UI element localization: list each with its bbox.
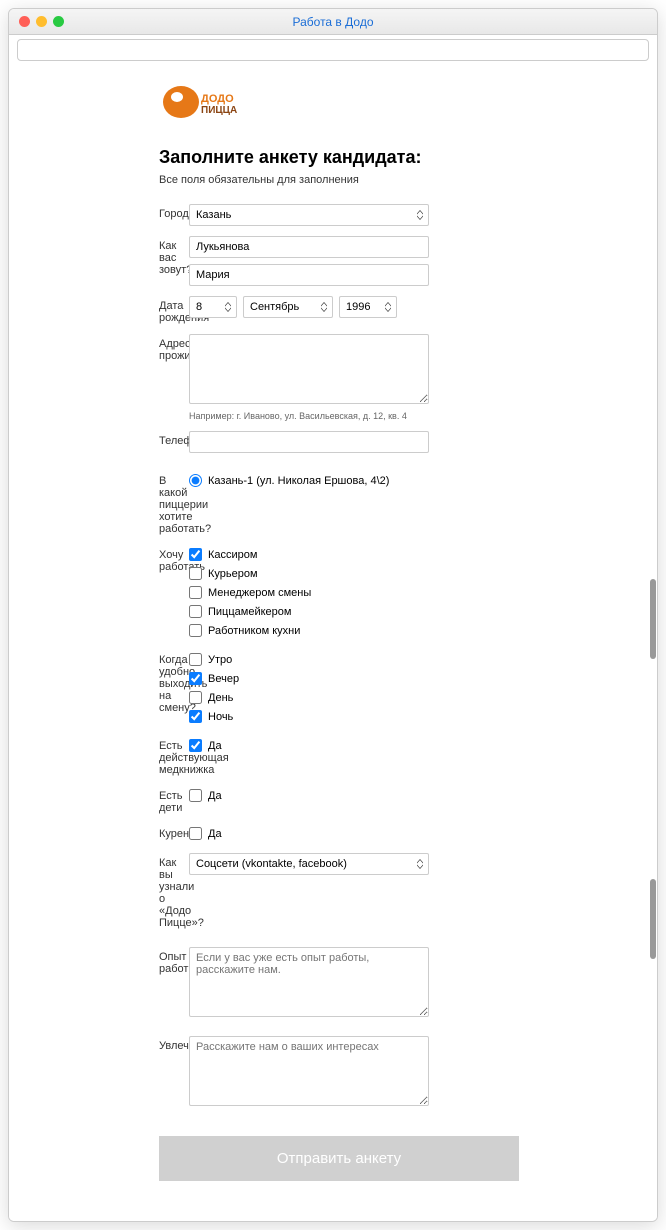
role-check-1[interactable] <box>189 548 202 561</box>
role-option-courier[interactable]: Курьером <box>189 564 429 583</box>
label-hobby: Увлечения <box>39 1036 189 1052</box>
label-name: Как вас зовут? <box>39 236 189 276</box>
shift-option-evening[interactable]: Вечер <box>189 669 429 688</box>
label-dob: Дата рождения <box>39 296 189 324</box>
dob-day-select[interactable]: 8 <box>189 296 237 318</box>
medbook-option[interactable]: Да <box>189 736 429 755</box>
dodo-logo: ДОДОПИЦЦА <box>159 77 249 127</box>
role-option-cashier[interactable]: Кассиром <box>189 545 429 564</box>
dob-year-select[interactable]: 1996 <box>339 296 397 318</box>
medbook-check[interactable] <box>189 739 202 752</box>
kids-option[interactable]: Да <box>189 786 429 805</box>
label-pizzeria: В какой пиццерии хотите работать? <box>39 471 189 535</box>
role-check-4[interactable] <box>189 605 202 618</box>
role-option-manager[interactable]: Менеджером смены <box>189 583 429 602</box>
label-source: Как вы узнали о «Додо Пицце»? <box>39 853 189 929</box>
exp-textarea[interactable] <box>189 947 429 1017</box>
shift-check-4[interactable] <box>189 710 202 723</box>
page-subtitle: Все поля обязательны для заполнения <box>159 174 627 186</box>
label-kids: Есть дети <box>39 786 189 814</box>
lastname-input[interactable] <box>189 236 429 258</box>
pizzeria-radio-1[interactable] <box>189 474 202 487</box>
role-option-kitchen[interactable]: Работником кухни <box>189 621 429 640</box>
label-address: Адрес проживания <box>39 334 189 362</box>
label-smoke: Курение <box>39 824 189 840</box>
kids-check[interactable] <box>189 789 202 802</box>
window-title: Работа в Додо <box>9 15 657 29</box>
svg-text:ПИЦЦА: ПИЦЦА <box>201 105 237 116</box>
shift-option-day[interactable]: День <box>189 688 429 707</box>
smoke-check[interactable] <box>189 827 202 840</box>
dob-month-select[interactable]: Сентябрь <box>243 296 333 318</box>
scrollbar-thumb[interactable] <box>650 879 656 959</box>
svg-text:ДОДО: ДОДО <box>201 93 234 105</box>
page-content: ДОДОПИЦЦА Заполните анкету кандидата: Вс… <box>9 67 657 1221</box>
page-heading: Заполните анкету кандидата: <box>159 147 627 168</box>
role-check-2[interactable] <box>189 567 202 580</box>
source-select[interactable]: Соцсети (vkontakte, facebook) <box>189 853 429 875</box>
scrollbar-thumb[interactable] <box>650 579 656 659</box>
pizzeria-option-1[interactable]: Казань-1 (ул. Николая Ершова, 4\2) <box>189 471 429 490</box>
submit-button[interactable]: Отправить анкету <box>159 1136 519 1181</box>
titlebar: Работа в Додо <box>9 9 657 35</box>
shift-option-morning[interactable]: Утро <box>189 650 429 669</box>
shift-option-night[interactable]: Ночь <box>189 707 429 726</box>
city-select[interactable]: Казань <box>189 204 429 226</box>
label-exp: Опыт работы <box>39 947 189 975</box>
label-role: Хочу работать <box>39 545 189 573</box>
url-bar[interactable] <box>17 39 649 61</box>
address-hint: Например: г. Иваново, ул. Васильевская, … <box>189 411 429 421</box>
role-check-3[interactable] <box>189 586 202 599</box>
browser-window: Работа в Додо ДОДОПИЦЦА Заполните анкету… <box>8 8 658 1222</box>
shift-check-3[interactable] <box>189 691 202 704</box>
role-check-5[interactable] <box>189 624 202 637</box>
phone-input[interactable] <box>189 431 429 453</box>
shift-check-2[interactable] <box>189 672 202 685</box>
hobby-textarea[interactable] <box>189 1036 429 1106</box>
firstname-input[interactable] <box>189 264 429 286</box>
label-medbook: Есть действующая медкнижка <box>39 736 189 776</box>
label-phone: Телефон <box>39 431 189 447</box>
smoke-option[interactable]: Да <box>189 824 429 843</box>
role-option-pizzamaker[interactable]: Пиццамейкером <box>189 602 429 621</box>
label-shift: Когда удобно выходить на смену? <box>39 650 189 714</box>
shift-check-1[interactable] <box>189 653 202 666</box>
address-textarea[interactable] <box>189 334 429 404</box>
label-city: Город <box>39 204 189 220</box>
